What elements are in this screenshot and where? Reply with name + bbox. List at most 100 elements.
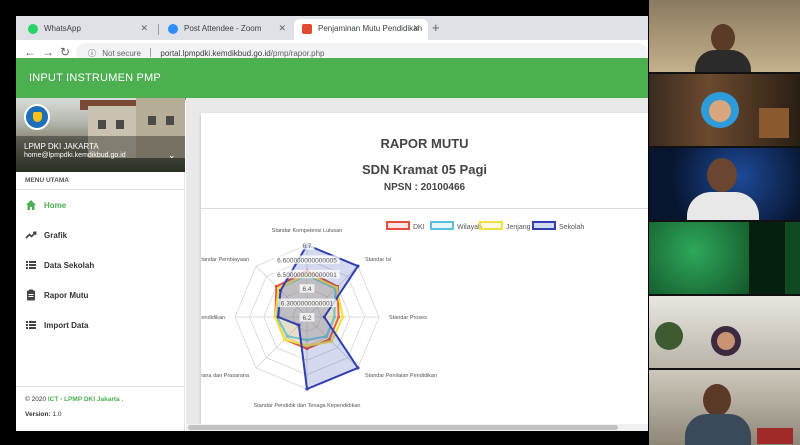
legend-swatch (386, 221, 410, 230)
data-point (356, 264, 360, 268)
data-point (282, 337, 287, 342)
video-strip (649, 0, 800, 445)
horizontal-scrollbar[interactable] (186, 424, 648, 431)
home-icon (26, 200, 36, 210)
tab-divider (158, 24, 159, 35)
tick-label: 6.3000000000001 (281, 301, 334, 308)
video-tile[interactable] (649, 148, 800, 220)
sidebar-item-label: Grafik (44, 231, 68, 240)
data-point (273, 315, 277, 319)
copyright: © 2020 ICT - LPMP DKI Jakarta . (25, 394, 185, 406)
axis-label: Standar Kompetensi Lulusan (272, 228, 343, 234)
axis-label: Standar Isi (365, 257, 391, 263)
menu-heading: MENU UTAMA (16, 172, 185, 190)
version-number: 1.0 (52, 411, 62, 418)
video-tile[interactable] (649, 0, 800, 72)
data-point (278, 288, 283, 293)
info-icon[interactable]: ⓘ (88, 49, 96, 58)
list-icon (26, 261, 36, 269)
axis-label: Standar Pengelolaan Pendidikan (201, 315, 225, 321)
video-shadow (749, 222, 785, 294)
video-tile[interactable] (649, 296, 800, 368)
trending-icon (25, 231, 37, 239)
profile-name: LPMP DKI JAKARTA (24, 142, 99, 151)
close-icon[interactable]: ✕ (278, 23, 286, 34)
profile-banner: LPMP DKI JAKARTA home@lpmpdki.kemdikbud.… (16, 98, 185, 172)
tick-label: 6.4 (302, 286, 311, 293)
report-card: RAPOR MUTU SDN Kramat 05 Pagi NPSN : 201… (201, 113, 648, 429)
banner-window (148, 116, 156, 125)
url-path: /pmp/rapor.php (270, 49, 325, 58)
participant-head (707, 158, 737, 192)
plant (655, 322, 683, 350)
org-link[interactable]: ICT - LPMP DKI Jakarta (48, 396, 120, 403)
axis-label: Standar Sarana dan Prasarana (201, 373, 250, 379)
sidebar-item-grafik[interactable]: Grafik (16, 221, 185, 251)
video-tile[interactable] (649, 370, 800, 445)
close-icon[interactable]: ✕ (140, 23, 148, 34)
version-label: Version: (25, 411, 51, 418)
sidebar-item-label: Home (44, 201, 67, 210)
clipboard-icon (27, 289, 35, 301)
chevron-down-icon[interactable]: ⌄ (168, 150, 176, 161)
sidebar-item-label: Rapor Mutu (44, 291, 89, 300)
screen: WhatsApp ✕ Post Attendee - Zoom ✕ Penjam… (0, 0, 800, 445)
close-icon[interactable]: ✕ (412, 23, 420, 34)
profile-email: home@lpmpdki.kemdikbud.go.id (24, 152, 126, 159)
video-tile[interactable] (649, 74, 800, 146)
address-divider (150, 48, 152, 57)
legend-label: DKI (413, 224, 425, 231)
participant-head (717, 332, 735, 350)
banner (757, 428, 793, 444)
sidebar-item-rapor-mutu[interactable]: Rapor Mutu (16, 281, 185, 311)
tick-label: 6.2 (302, 315, 311, 322)
legend-label: Sekolah (559, 224, 584, 231)
data-point (305, 387, 309, 391)
tab-whatsapp[interactable]: WhatsApp ✕ (20, 19, 156, 40)
tab-penjaminan[interactable]: Penjaminan Mutu Pendidikan ✕ (294, 19, 428, 40)
banner-window (98, 120, 106, 129)
data-point (356, 366, 360, 370)
axis-label: Standar Pembiayaan (201, 257, 249, 263)
data-point (297, 323, 301, 327)
not-secure-label: Not secure (102, 49, 141, 58)
report-header: RAPOR MUTU SDN Kramat 05 Pagi NPSN : 201… (201, 113, 648, 209)
new-tab-button[interactable]: + (432, 20, 440, 35)
data-point (276, 315, 280, 319)
scrollbar-thumb[interactable] (188, 425, 618, 430)
axis-label: Standar Penilaian Pendidikan (365, 373, 437, 379)
copyright-dot: . (121, 396, 124, 403)
sidebar-footer: © 2020 ICT - LPMP DKI Jakarta . Version:… (16, 386, 185, 431)
sidebar-item-home[interactable]: Home (16, 191, 185, 221)
back-icon[interactable]: ← (24, 45, 36, 59)
app-header: INPUT INSTRUMEN PMP (16, 58, 648, 100)
app-title: INPUT INSTRUMEN PMP (29, 72, 161, 84)
legend-swatch (532, 221, 556, 230)
participant-head (709, 100, 731, 122)
data-point (341, 315, 345, 319)
whatsapp-icon (28, 24, 38, 34)
video-tile[interactable] (649, 222, 800, 294)
copyright-year: © 2020 (25, 396, 47, 403)
tick-label: 6.7 (302, 243, 311, 250)
legend-swatch (430, 221, 454, 230)
tick-label: 6.600000000000005 (277, 257, 337, 264)
axis-label: Standar Proses (389, 315, 427, 321)
data-point (322, 315, 326, 319)
legend-label: Wilayah (457, 224, 482, 231)
list-icon (26, 321, 36, 329)
shelf (759, 108, 789, 138)
tab-title: WhatsApp (44, 24, 81, 33)
reload-icon[interactable]: ↻ (60, 45, 70, 59)
main-content: RAPOR MUTU SDN Kramat 05 Pagi NPSN : 201… (186, 98, 648, 431)
sidebar-item-data-sekolah[interactable]: Data Sekolah (16, 251, 185, 281)
participant-head (703, 384, 731, 416)
zoom-icon (168, 24, 178, 34)
tab-zoom[interactable]: Post Attendee - Zoom ✕ (160, 19, 294, 40)
tab-title: Penjaminan Mutu Pendidikan (318, 24, 423, 33)
legend-swatch (479, 221, 503, 230)
logo (24, 104, 50, 130)
forward-icon[interactable]: → (42, 45, 54, 59)
school-name: SDN Kramat 05 Pagi (362, 162, 487, 177)
sidebar-item-import-data[interactable]: Import Data (16, 311, 185, 341)
